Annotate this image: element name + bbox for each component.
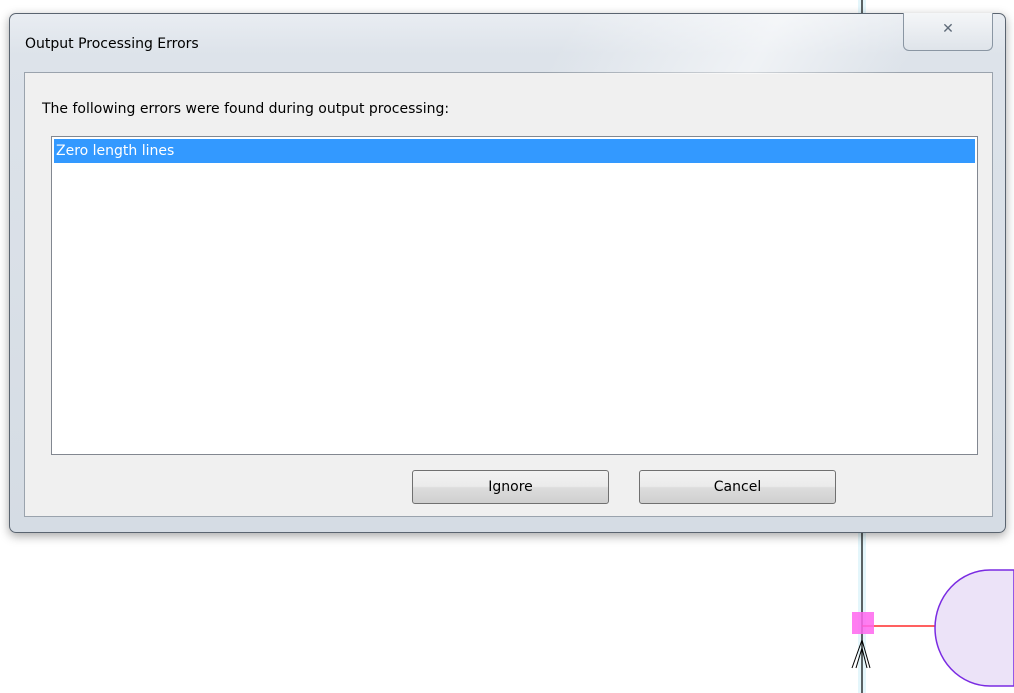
cancel-button[interactable]: Cancel (639, 470, 836, 504)
dialog-title: Output Processing Errors (25, 36, 199, 52)
rounded-shape (934, 569, 1014, 687)
list-item[interactable]: Zero length lines (54, 139, 975, 163)
output-processing-errors-dialog: Output Processing Errors ✕ The following… (9, 13, 1006, 533)
ignore-button[interactable]: Ignore (412, 470, 609, 504)
error-message-label: The following errors were found during o… (42, 101, 450, 117)
dialog-content: The following errors were found during o… (24, 72, 993, 517)
close-icon: ✕ (942, 20, 954, 37)
selection-marker[interactable] (852, 612, 874, 634)
errors-list[interactable]: Zero length lines (51, 136, 978, 455)
close-button[interactable]: ✕ (903, 13, 993, 51)
